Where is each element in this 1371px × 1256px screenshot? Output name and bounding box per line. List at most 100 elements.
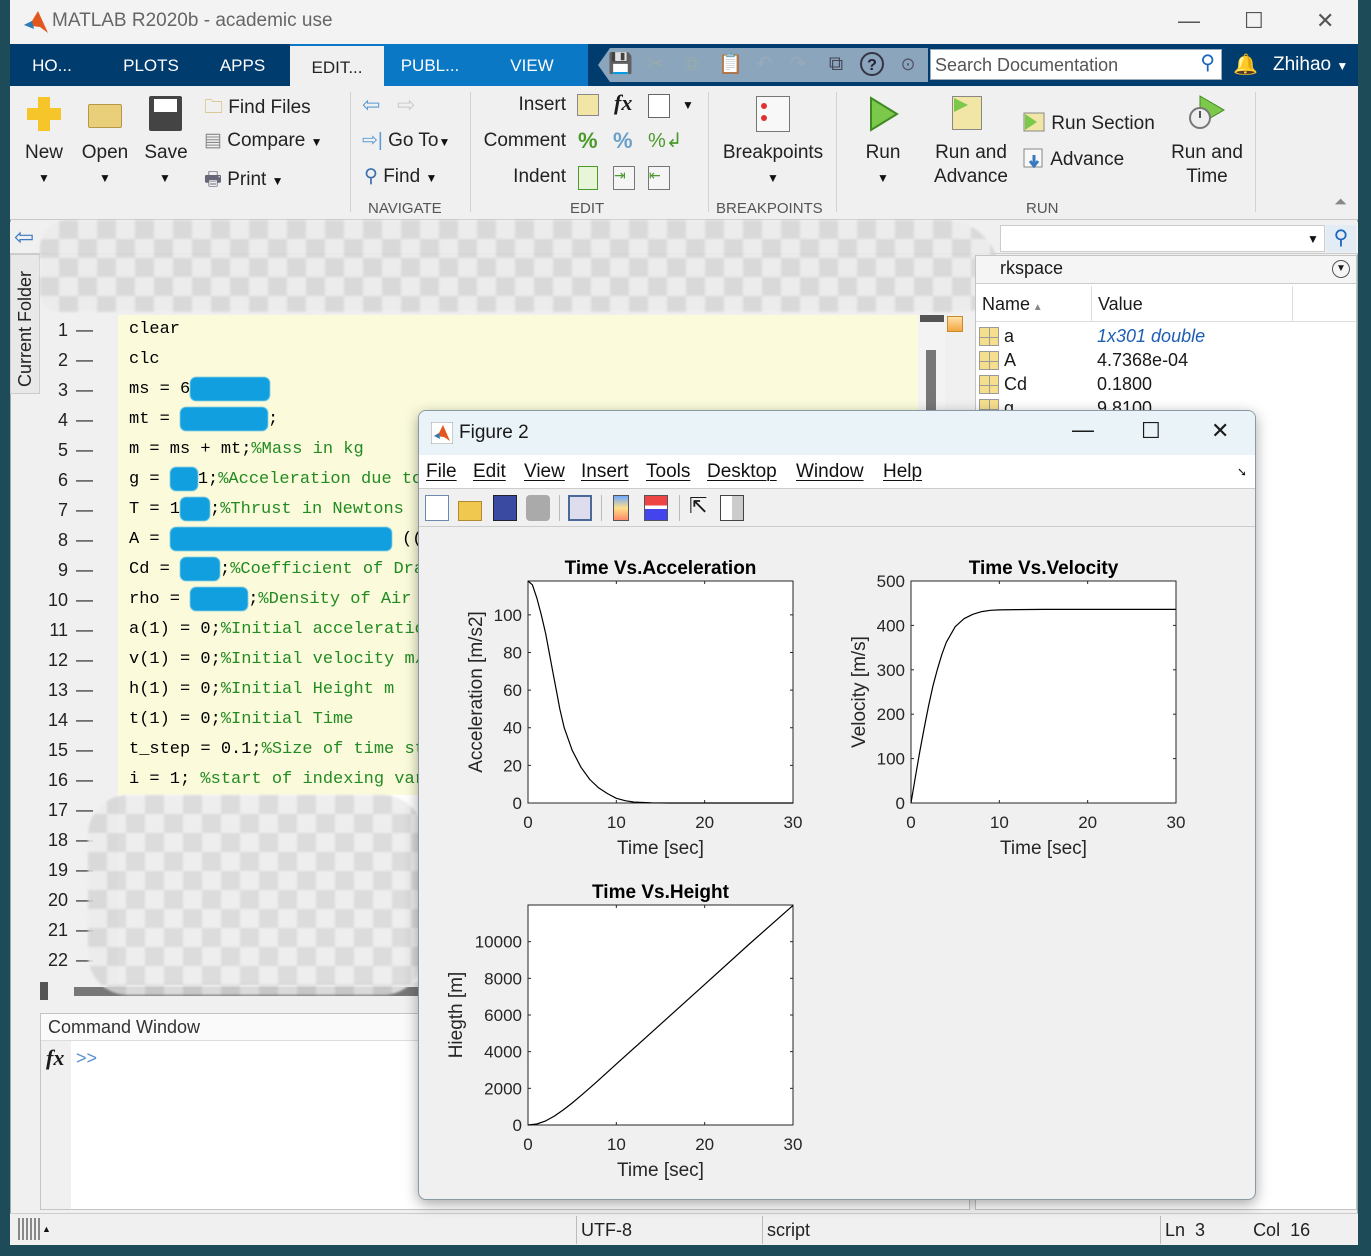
code-line[interactable]: 1 — clear [40,315,945,345]
current-folder-path-field[interactable] [1000,225,1325,252]
menu-tools[interactable]: Tools [646,461,690,483]
breakpoint-marker[interactable]: — [76,735,93,765]
compare-button[interactable]: ▤ Compare ▼ [204,129,323,153]
run-dropdown-caret[interactable]: ▼ [877,171,889,185]
back-icon[interactable]: ⇦ [14,223,34,252]
breakpoints-dropdown-caret[interactable]: ▼ [767,171,779,185]
path-dropdown-icon[interactable]: ▼ [1307,232,1319,246]
run-section-button[interactable]: Run Section [1022,111,1155,136]
minimize-button[interactable]: — [1178,8,1200,34]
save-icon[interactable]: 💾 [608,52,633,76]
switch-windows-icon[interactable]: ⧉ [824,52,848,76]
new-dropdown-caret[interactable]: ▼ [38,171,50,185]
menu-file[interactable]: File [426,461,457,483]
function-browser-icon[interactable]: fx [46,1045,64,1071]
search-folder-icon[interactable]: ⚲ [1326,225,1356,252]
axes-box[interactable] [527,904,794,1126]
tab-publish[interactable]: PUBL... [384,44,476,86]
run-and-time-button[interactable]: Run and Time [1164,141,1250,189]
increase-indent-icon[interactable]: ⇥ [613,166,635,190]
customize-icon[interactable]: ⊙ [896,52,920,76]
column-header-value[interactable]: Value [1098,294,1143,315]
breakpoint-marker[interactable]: — [76,495,93,525]
breakpoint-marker[interactable]: — [76,315,93,345]
find-files-button[interactable]: 🗀 Find Files [204,93,311,125]
insert-dropdown-caret[interactable]: ▼ [682,98,694,112]
code-analyzer-warning-icon[interactable] [947,316,963,332]
status-expand-icon[interactable]: ▲ [42,1224,51,1234]
insert-fi-icon[interactable] [648,94,670,118]
decrease-indent-icon[interactable]: ⇤ [648,166,670,190]
breakpoints-button[interactable]: Breakpoints [716,141,830,165]
status-grip-icon[interactable] [18,1218,40,1240]
link-plot-icon[interactable] [568,495,592,521]
menu-desktop[interactable]: Desktop [707,461,777,483]
save-icon[interactable] [493,495,517,521]
dock-figure-icon[interactable]: ➘ [1237,465,1247,479]
wrap-comments-icon[interactable]: %↲ [648,128,683,153]
tab-apps[interactable]: APPS [200,44,285,86]
workspace-actions-icon[interactable]: ▼ [1332,260,1350,278]
axes-box[interactable] [910,580,1177,804]
print-button[interactable]: 🖶 Print ▼ [204,165,283,197]
column-header-name[interactable]: Name ▲ [982,294,1043,315]
menu-help[interactable]: Help [883,461,922,483]
user-menu[interactable]: Zhihao ▼ [1273,54,1348,76]
menu-window[interactable]: Window [796,461,864,483]
open-file-icon[interactable] [458,501,482,521]
redo-icon[interactable]: ↷ [786,52,810,76]
help-icon[interactable]: ? [860,52,884,76]
save-dropdown-caret[interactable]: ▼ [159,171,171,185]
breakpoint-marker[interactable]: — [76,585,93,615]
breakpoint-marker[interactable]: — [76,525,93,555]
figure-close-button[interactable]: ✕ [1211,418,1229,444]
open-dropdown-caret[interactable]: ▼ [99,171,111,185]
search-documentation-input[interactable]: Search Documentation ⚲ [930,49,1222,80]
uncomment-icon[interactable]: % [613,128,633,154]
tab-view[interactable]: VIEW [476,44,588,86]
forward-arrow-icon[interactable]: ⇨ [397,92,415,118]
breakpoint-marker[interactable]: — [76,435,93,465]
breakpoint-marker[interactable]: — [76,645,93,675]
pointer-icon[interactable]: ⇱ [689,493,707,519]
open-button[interactable]: Open [78,141,132,165]
new-button[interactable]: New [20,141,68,165]
figure-maximize-button[interactable]: ☐ [1141,418,1161,444]
smart-indent-icon[interactable] [578,166,598,190]
breakpoint-marker[interactable]: — [76,765,93,795]
menu-edit[interactable]: Edit [473,461,506,483]
advance-button[interactable]: Advance [1022,147,1124,172]
breakpoint-marker[interactable]: — [76,615,93,645]
breakpoint-marker[interactable]: — [76,705,93,735]
insert-function-icon[interactable]: fx [614,90,632,116]
variable-value[interactable]: 1x301 double [1097,324,1205,348]
copy-icon[interactable]: ⧉ [680,52,704,76]
print-icon[interactable] [526,495,550,521]
breakpoint-marker[interactable]: — [76,345,93,375]
collapse-toolstrip-icon[interactable]: ⏶ [1334,194,1347,212]
insert-section-icon[interactable] [577,94,599,116]
find-button[interactable]: ⚲ Find ▼ [364,165,437,189]
breakpoint-marker[interactable]: — [76,555,93,585]
tab-plots[interactable]: PLOTS [106,44,196,86]
notification-bell-icon[interactable]: 🔔 [1233,52,1258,77]
tab-home[interactable]: HO... [10,44,94,86]
maximize-button[interactable]: ☐ [1244,8,1264,34]
cut-icon[interactable]: ✂ [644,52,668,76]
breakpoint-marker[interactable]: — [76,405,93,435]
menu-view[interactable]: View [524,461,565,483]
breakpoint-marker[interactable]: — [76,465,93,495]
breakpoint-marker[interactable]: — [76,675,93,705]
close-button[interactable]: ✕ [1316,8,1334,34]
go-to-button[interactable]: ⇨| Go To▼ [362,129,450,153]
save-button[interactable]: Save [140,141,192,165]
run-button[interactable]: Run [858,141,908,165]
undo-icon[interactable]: ↶ [752,52,776,76]
workspace-variable-row[interactable]: A 4.7368e-04 [976,348,1356,372]
axes-box[interactable] [527,580,794,804]
command-prompt[interactable]: >> [76,1048,97,1069]
breakpoint-marker[interactable]: — [76,375,93,405]
legend-icon[interactable] [644,495,668,521]
workspace-variable-row[interactable]: a 1x301 double [976,324,1356,348]
workspace-variable-row[interactable]: Cd 0.1800 [976,372,1356,396]
